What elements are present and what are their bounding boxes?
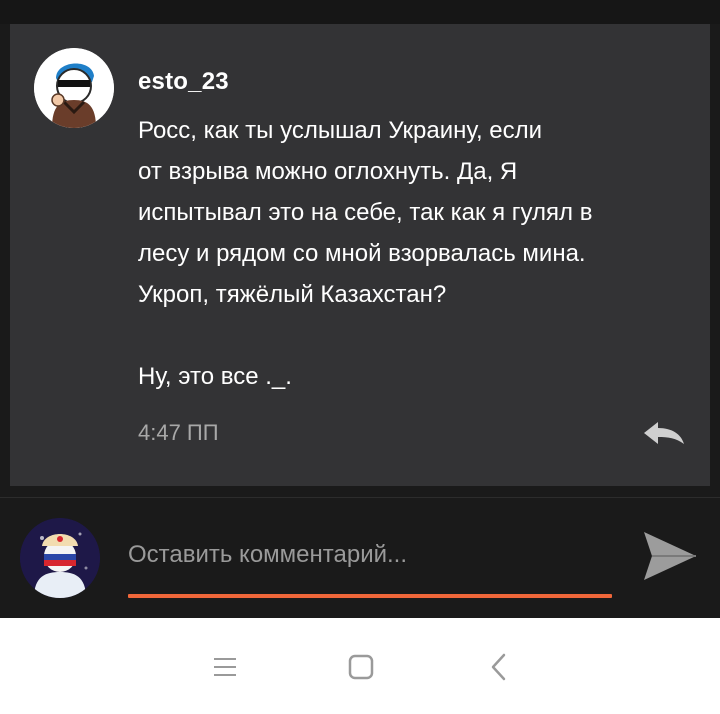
send-button[interactable]	[640, 528, 698, 584]
reply-arrow-icon	[644, 422, 684, 444]
comment-composer	[0, 498, 720, 618]
comment-body: Росс, как ты услышал Украину, если от вз…	[138, 117, 593, 390]
my-avatar[interactable]	[20, 518, 100, 598]
comment-card: esto_23 Росс, как ты услышал Украину, ес…	[10, 24, 710, 486]
top-strip	[0, 0, 720, 24]
comment-username[interactable]: esto_23	[138, 68, 229, 96]
send-icon	[644, 532, 696, 580]
menu-button[interactable]	[208, 650, 242, 684]
menu-icon	[214, 658, 236, 676]
system-navbar	[0, 618, 720, 714]
home-square-icon	[348, 654, 374, 680]
commenter-avatar[interactable]	[34, 48, 114, 128]
reply-button[interactable]	[640, 416, 688, 450]
home-button[interactable]	[344, 650, 378, 684]
countryhuman-avatar-icon	[34, 48, 114, 128]
comment-input[interactable]	[128, 532, 612, 578]
user-avatar-icon	[20, 518, 100, 598]
input-underline	[128, 594, 612, 598]
comment-timestamp: 4:47 ПП	[138, 420, 219, 445]
back-chevron-icon	[491, 653, 506, 681]
back-button[interactable]	[482, 650, 516, 684]
